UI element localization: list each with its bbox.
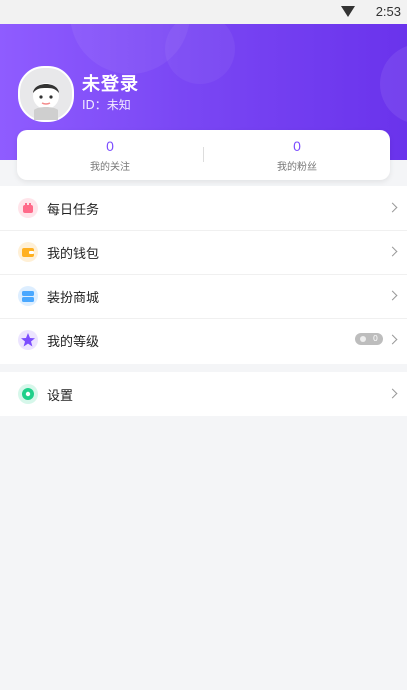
followers-count: 0 (293, 138, 301, 154)
chevron-right-icon (387, 334, 398, 345)
following-label: 我的关注 (90, 162, 130, 173)
following-stat[interactable]: 0 我的关注 (17, 130, 203, 180)
chevron-right-icon (387, 388, 398, 399)
menu-item-wallet[interactable]: 我的钱包 (0, 230, 407, 275)
star-icon (18, 330, 38, 350)
chevron-right-icon (387, 246, 398, 257)
settings-icon (18, 384, 38, 404)
followers-label: 我的粉丝 (277, 162, 317, 173)
menu-item-store[interactable]: 装扮商城 (0, 274, 407, 319)
menu-item-label: 我的钱包 (47, 247, 100, 262)
avatar[interactable] (18, 66, 74, 122)
header-decoration (380, 44, 407, 124)
following-count: 0 (106, 138, 114, 154)
level-dot-icon (360, 336, 366, 342)
settings-section: 设置 (0, 372, 407, 416)
user-name[interactable]: 未登录 (82, 70, 139, 96)
header-decoration (165, 24, 235, 84)
menu-item-label: 每日任务 (47, 203, 100, 218)
followers-stat[interactable]: 0 我的粉丝 (204, 130, 390, 180)
user-id: ID：未知 (82, 98, 131, 112)
stats-card: 0 我的关注 0 我的粉丝 (17, 130, 390, 180)
level-badge: 0 (355, 333, 383, 345)
menu-item-label: 设置 (47, 389, 74, 404)
menu-item-level[interactable]: 我的等级 0 (0, 318, 407, 362)
menu-item-label: 装扮商城 (47, 291, 100, 306)
chevron-right-icon (387, 290, 398, 301)
menu-item-label: 我的等级 (47, 335, 100, 350)
store-icon (18, 286, 38, 306)
level-value: 0 (372, 334, 378, 343)
status-time: 2:53 (375, 4, 401, 19)
task-icon (18, 198, 38, 218)
chevron-right-icon (387, 202, 398, 213)
wifi-icon (341, 6, 355, 17)
avatar-face-icon (33, 83, 59, 120)
menu-item-settings[interactable]: 设置 (0, 372, 407, 416)
status-bar: 2:53 (0, 0, 407, 24)
menu-list: 每日任务 我的钱包 装扮商城 我的等级 0 (0, 186, 407, 364)
menu-item-daily-tasks[interactable]: 每日任务 (0, 186, 407, 231)
wallet-icon (18, 242, 38, 262)
